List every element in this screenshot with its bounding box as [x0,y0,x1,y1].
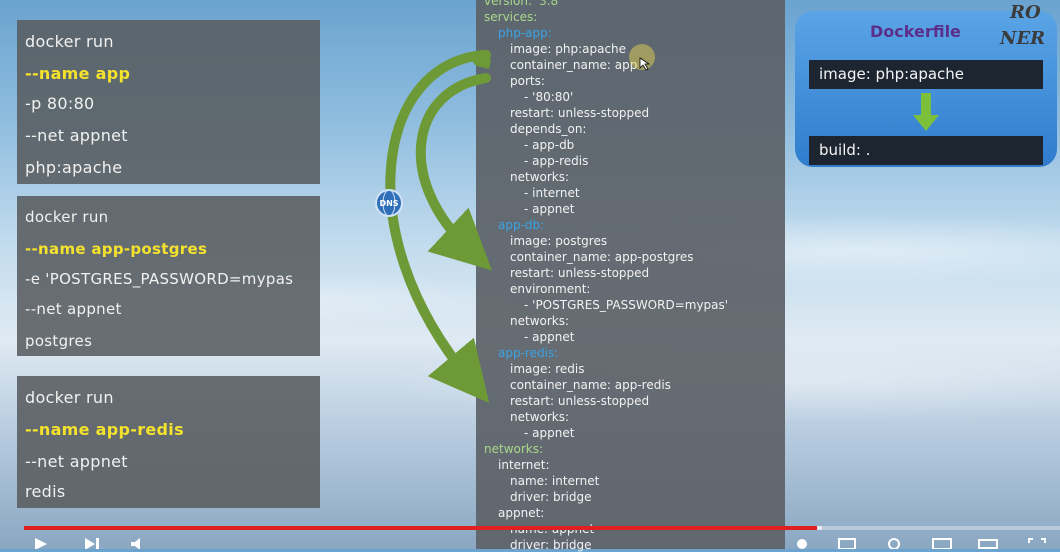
captions-icon[interactable] [838,538,856,549]
arrow-from-app [473,55,491,69]
svg-text:RO: RO [1009,2,1041,23]
theater-icon[interactable] [978,538,998,549]
channel-logo: RO NER [999,2,1045,49]
dockerfile-image-line: image: php:apache [809,60,1043,89]
fullscreen-icon[interactable] [1028,538,1046,549]
next-icon[interactable] [84,538,102,549]
arrow-to-postgres [415,73,492,271]
autoplay-icon[interactable] [796,538,812,549]
video-progress-bar[interactable] [24,526,1060,530]
played-bar [24,526,817,530]
dns-globe-icon: DNS [375,189,403,217]
svg-text:DNS: DNS [379,199,398,208]
play-icon[interactable] [34,538,48,549]
down-arrow-icon [913,93,939,131]
dockerfile-title: Dockerfile [870,22,961,41]
volume-icon[interactable] [130,538,148,549]
dockerfile-build-line: build: . [809,136,1043,165]
miniplayer-icon[interactable] [932,538,952,549]
settings-icon[interactable] [886,538,902,549]
video-controls [0,534,1060,549]
svg-text:NER: NER [999,28,1045,49]
buffer-bar [816,526,822,530]
